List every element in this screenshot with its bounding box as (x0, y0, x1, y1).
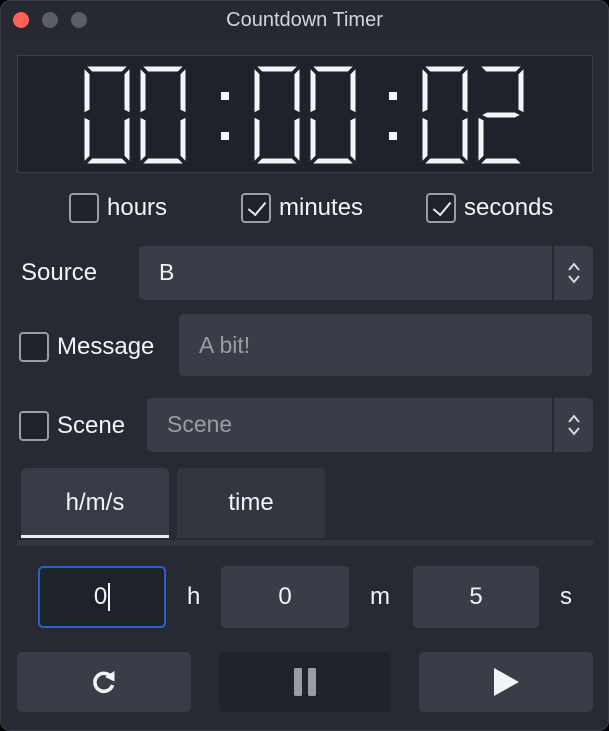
hours-digit-2-segment-c (179, 116, 187, 164)
minutes-input[interactable]: 0 (221, 566, 349, 628)
scene-checkbox-box[interactable] (19, 411, 49, 441)
minutes-digit-2-segment-f (309, 66, 317, 114)
hours-digit-2-segment-e (139, 116, 147, 164)
seconds-digit-2-segment-b (517, 66, 525, 114)
seconds-digit-2-segment-d (478, 157, 524, 165)
scene-label: Scene (57, 412, 126, 439)
updown-chevron-icon[interactable] (552, 246, 593, 300)
countdown-window: Countdown Timer 00 00 02 hours minutes s… (0, 0, 609, 731)
scene-placeholder: Scene (167, 411, 233, 437)
minutes-digit-1-segment-d (254, 157, 300, 165)
minutes-unit: m (370, 583, 390, 610)
seconds-digit-1-segment-c (461, 116, 469, 164)
source-value: B (159, 259, 175, 285)
message-checkbox-box[interactable] (19, 332, 49, 362)
hours-input-value: 0 (93, 583, 108, 610)
tab-hms[interactable]: h/m/s (21, 468, 169, 538)
title-bar[interactable]: Countdown Timer (1, 1, 608, 39)
play-button[interactable] (419, 652, 593, 712)
hours-digit-1-segment-a (84, 65, 130, 73)
window-title: Countdown Timer (226, 9, 383, 31)
hours-digit-2-segment-a (140, 65, 186, 73)
seconds-digit-1-segment-e (421, 116, 429, 164)
seconds-digit-1-segment-a (422, 65, 468, 73)
minutes-input-value: 0 (278, 583, 292, 610)
pause-icon (294, 668, 316, 696)
minutes-digit-2-segment-e (309, 116, 317, 164)
minutes-digit-1-segment-e (253, 116, 261, 164)
hours-digit-2-segment-b (179, 66, 187, 114)
colon-2-dot (389, 132, 397, 140)
minutes-digit-1-segment-b (293, 66, 301, 114)
minutes-checkbox-box[interactable] (241, 193, 271, 223)
hours-unit: h (187, 583, 201, 610)
seven-segment-display (83, 65, 525, 165)
message-input[interactable]: A bit! (179, 314, 592, 376)
seconds-digit-2-segment-g (479, 111, 523, 119)
pause-button[interactable] (219, 652, 391, 712)
seconds-input[interactable]: 5 (413, 566, 539, 628)
minutes-digit-1-segment-c (293, 116, 301, 164)
hours-digit-1-segment-c (123, 116, 131, 164)
hours-digit-1-segment-b (123, 66, 131, 114)
hours-label: hours (107, 194, 168, 221)
seconds-label: seconds (464, 194, 554, 221)
hours-input[interactable]: 0 (38, 566, 166, 628)
minutes-label: minutes (279, 194, 364, 221)
hours-checkbox-box[interactable] (69, 193, 99, 223)
source-select[interactable]: B (139, 246, 593, 300)
minutes-digit-2-segment-b (349, 66, 357, 114)
text-caret (108, 583, 111, 611)
hours-digit-1-segment-e (83, 116, 91, 164)
message-label: Message (57, 333, 155, 360)
scene-checkbox[interactable]: Scene (19, 409, 125, 443)
tab-time[interactable]: time (177, 468, 325, 538)
tab-bar-divider (17, 540, 593, 546)
seconds-checkbox[interactable]: seconds (426, 191, 553, 225)
colon-1-dot (221, 132, 229, 140)
seconds-input-value: 5 (469, 583, 483, 610)
hours-checkbox[interactable]: hours (69, 191, 167, 225)
minutes-digit-2-segment-a (310, 65, 356, 73)
minutes-checkbox[interactable]: minutes (241, 191, 363, 225)
hours-digit-2-segment-f (139, 66, 147, 114)
seconds-digit-1-segment-d (422, 157, 468, 165)
message-placeholder: A bit! (199, 332, 251, 358)
hours-digit-1-segment-d (84, 157, 130, 165)
hours-digit-2-segment-d (140, 157, 186, 165)
seconds-digit-1-segment-f (421, 66, 429, 114)
updown-chevron-icon[interactable] (552, 398, 593, 452)
minutes-digit-1-segment-f (253, 66, 261, 114)
reset-button[interactable] (17, 652, 191, 712)
hours-digit-1-segment-f (83, 66, 91, 114)
seconds-unit: s (560, 583, 572, 610)
time-display: 00 00 02 (17, 55, 593, 173)
reset-icon (93, 671, 115, 694)
colon-2-dot (389, 92, 397, 100)
minutes-digit-2-segment-c (349, 116, 357, 164)
seconds-checkbox-box[interactable] (426, 193, 456, 223)
seconds-digit-2-segment-e (477, 116, 485, 164)
source-label: Source (21, 259, 98, 286)
play-icon (494, 668, 519, 696)
seconds-digit-1-segment-b (461, 66, 469, 114)
message-checkbox[interactable]: Message (19, 330, 154, 364)
seconds-digit-2-segment-a (478, 65, 524, 73)
colon-1-dot (221, 92, 229, 100)
minutes-digit-2-segment-d (310, 157, 356, 165)
minutes-digit-1-segment-a (254, 65, 300, 73)
scene-select[interactable]: Scene (147, 398, 593, 452)
